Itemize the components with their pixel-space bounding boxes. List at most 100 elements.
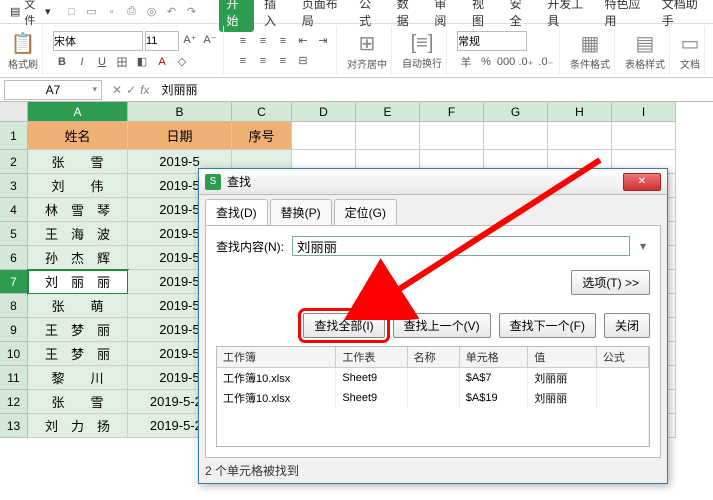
italic-icon[interactable]: I — [73, 53, 91, 71]
row-header-6[interactable]: 6 — [0, 246, 28, 270]
size-select[interactable] — [145, 31, 179, 51]
align-top-icon[interactable]: ≡ — [234, 32, 252, 50]
close-button[interactable]: 关闭 — [604, 313, 650, 338]
cell-A6[interactable]: 孙 杰 辉 — [28, 246, 128, 270]
fill-color-icon[interactable]: ◧ — [133, 53, 151, 71]
increase-font-icon[interactable]: A⁺ — [181, 31, 199, 49]
font-color-icon[interactable]: A — [153, 53, 171, 71]
cell-A13[interactable]: 刘 力 扬 — [28, 414, 128, 438]
cancel-icon[interactable]: ✕ — [112, 83, 122, 97]
align-bot-icon[interactable]: ≡ — [274, 32, 292, 50]
comma-icon[interactable]: 000 — [497, 53, 515, 71]
cell-G1[interactable] — [484, 122, 548, 150]
decrease-font-icon[interactable]: A⁻ — [201, 31, 219, 49]
row-header-7[interactable]: 7 — [0, 270, 28, 294]
dialog-titlebar[interactable]: S 查找 ✕ — [199, 169, 667, 195]
confirm-icon[interactable]: ✓ — [126, 83, 136, 97]
options-button[interactable]: 选项(T) >> — [571, 270, 650, 295]
preview-icon[interactable]: ◎ — [143, 3, 161, 21]
find-next-button[interactable]: 查找下一个(F) — [499, 313, 596, 338]
dialog-close-button[interactable]: ✕ — [623, 173, 661, 191]
find-all-button[interactable]: 查找全部(I) — [303, 313, 384, 338]
font-select[interactable] — [53, 31, 143, 51]
align-center-icon[interactable]: ≡ — [254, 52, 272, 70]
table-style-button[interactable]: ▤ 表格样式 — [625, 31, 665, 71]
percent-icon[interactable]: % — [477, 53, 495, 71]
diamond-icon[interactable]: ◇ — [173, 53, 191, 71]
indent-dec-icon[interactable]: ⇤ — [294, 32, 312, 50]
cell-E1[interactable] — [356, 122, 420, 150]
cell-D1[interactable] — [292, 122, 356, 150]
row-header-1[interactable]: 1 — [0, 122, 28, 150]
bold-icon[interactable]: B — [53, 53, 71, 71]
cell-A11[interactable]: 黎 川 — [28, 366, 128, 390]
row-header-2[interactable]: 2 — [0, 150, 28, 174]
cell-A9[interactable]: 王 梦 丽 — [28, 318, 128, 342]
print-icon[interactable]: ⎙ — [123, 3, 141, 21]
row-header-5[interactable]: 5 — [0, 222, 28, 246]
cell-A8[interactable]: 张 萌 — [28, 294, 128, 318]
col-worksheet[interactable]: 工作表 — [336, 347, 407, 368]
col-value[interactable]: 值 — [528, 347, 597, 368]
col-header-I[interactable]: I — [612, 102, 676, 122]
border-icon[interactable]: 田 — [113, 53, 131, 71]
dec-inc-icon[interactable]: .0₊ — [517, 53, 535, 71]
result-row[interactable]: 工作簿10.xlsxSheet9$A$7刘丽丽 — [217, 368, 649, 389]
cell-A12[interactable]: 张 雪 — [28, 390, 128, 414]
col-workbook[interactable]: 工作簿 — [217, 347, 336, 368]
col-header-D[interactable]: D — [292, 102, 356, 122]
align-mid-icon[interactable]: ≡ — [254, 32, 272, 50]
dec-dec-icon[interactable]: .0₋ — [537, 53, 555, 71]
undo-icon[interactable]: ↶ — [163, 3, 181, 21]
cell-A4[interactable]: 林 雪 琴 — [28, 198, 128, 222]
row-header-8[interactable]: 8 — [0, 294, 28, 318]
tab-replace[interactable]: 替换(P) — [270, 199, 332, 225]
row-header-11[interactable]: 11 — [0, 366, 28, 390]
new-icon[interactable]: □ — [63, 3, 81, 21]
col-header-G[interactable]: G — [484, 102, 548, 122]
cell-A3[interactable]: 刘 伟 — [28, 174, 128, 198]
align-right-icon[interactable]: ≡ — [274, 52, 292, 70]
col-header-B[interactable]: B — [128, 102, 232, 122]
tab-goto[interactable]: 定位(G) — [334, 199, 397, 225]
cell-B1[interactable]: 日期 — [128, 122, 232, 150]
align-left-icon[interactable]: ≡ — [234, 52, 252, 70]
name-box[interactable]: A7 — [4, 80, 102, 100]
result-row[interactable]: 工作簿10.xlsxSheet9$A$19刘丽丽 — [217, 388, 649, 408]
cell-C1[interactable]: 序号 — [232, 122, 292, 150]
row-header-12[interactable]: 12 — [0, 390, 28, 414]
cell-I1[interactable] — [612, 122, 676, 150]
cond-fmt-button[interactable]: ▦ 条件格式 — [570, 31, 610, 71]
row-header-13[interactable]: 13 — [0, 414, 28, 438]
select-all-corner[interactable] — [0, 102, 28, 122]
row-header-10[interactable]: 10 — [0, 342, 28, 366]
cell-A5[interactable]: 王 海 波 — [28, 222, 128, 246]
row-header-4[interactable]: 4 — [0, 198, 28, 222]
tab-find[interactable]: 查找(D) — [205, 199, 268, 225]
doc-button[interactable]: ▭ 文档 — [680, 31, 700, 71]
col-header-A[interactable]: A — [28, 102, 128, 122]
find-input[interactable] — [292, 236, 630, 256]
col-header-H[interactable]: H — [548, 102, 612, 122]
file-menu[interactable]: ▤ 文件 ▾ — [4, 0, 57, 28]
cell-A1[interactable]: 姓名 — [28, 122, 128, 150]
underline-icon[interactable]: U — [93, 53, 111, 71]
currency-icon[interactable]: 羊 — [457, 53, 475, 71]
row-header-3[interactable]: 3 — [0, 174, 28, 198]
cell-A10[interactable]: 王 梦 丽 — [28, 342, 128, 366]
merge-center-button[interactable]: ⊞ 对齐居中 — [347, 31, 387, 71]
cell-F1[interactable] — [420, 122, 484, 150]
col-header-C[interactable]: C — [232, 102, 292, 122]
row-header-9[interactable]: 9 — [0, 318, 28, 342]
cell-H1[interactable] — [548, 122, 612, 150]
formula-input[interactable] — [155, 80, 713, 100]
format-select[interactable] — [457, 31, 527, 51]
find-prev-button[interactable]: 查找上一个(V) — [393, 313, 491, 338]
fx-icon[interactable]: fx — [140, 83, 149, 97]
merge-icon[interactable]: ⊟ — [294, 52, 312, 70]
col-cell[interactable]: 单元格 — [459, 347, 528, 368]
redo-icon[interactable]: ↷ — [183, 3, 201, 21]
col-header-E[interactable]: E — [356, 102, 420, 122]
indent-inc-icon[interactable]: ⇥ — [314, 32, 332, 50]
col-name[interactable]: 名称 — [407, 347, 459, 368]
